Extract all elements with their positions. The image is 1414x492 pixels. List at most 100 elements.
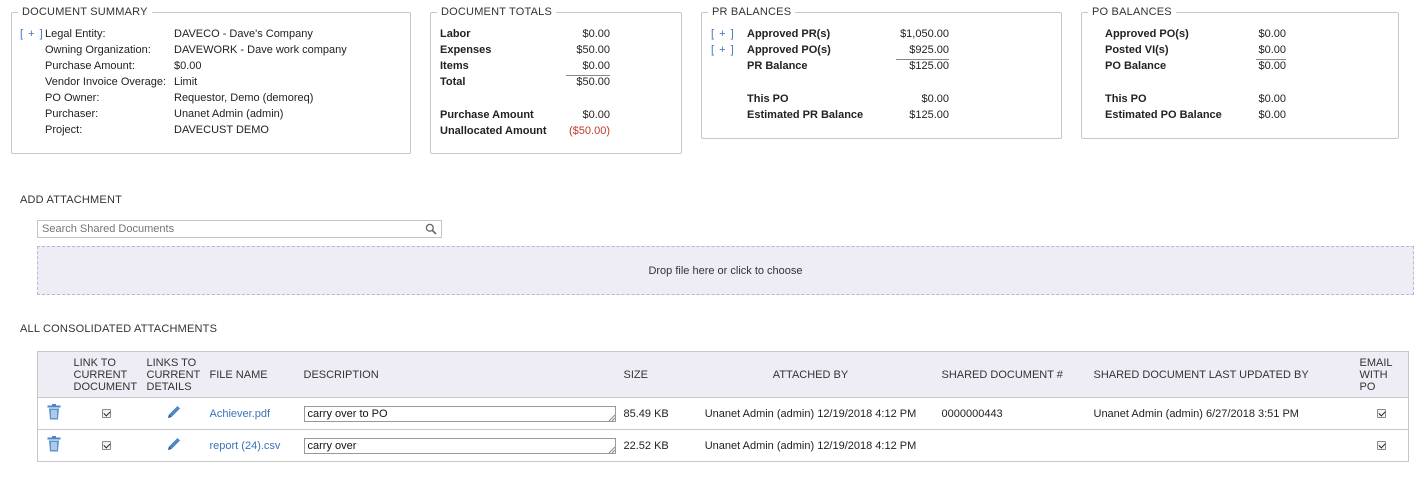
file-dropzone[interactable]: Drop file here or click to choose xyxy=(37,246,1414,295)
po-value-this-po: $0.00 xyxy=(1258,93,1286,105)
summary-label-owning-organization: Owning Organization: xyxy=(45,44,151,56)
header-shared-document-number[interactable]: SHARED DOCUMENT # xyxy=(937,351,1090,398)
links-current-details-cell xyxy=(142,397,206,430)
pr-label-this-po: This PO xyxy=(747,93,789,105)
header-email-with-po-line3: PO xyxy=(1359,380,1376,393)
search-icon[interactable] xyxy=(425,223,437,238)
pr-label-approved-pos: Approved PO(s) xyxy=(747,44,831,56)
pr-label-approved-prs: Approved PR(s) xyxy=(747,28,831,40)
shared-document-number-cell xyxy=(937,429,1090,462)
summary-label-purchaser: Purchaser: xyxy=(45,108,99,120)
po-value-estimated-po-balance: $0.00 xyxy=(1258,109,1286,121)
po-balances-title: PO BALANCES xyxy=(1092,6,1172,18)
totals-label-total: Total xyxy=(440,76,466,88)
header-shared-document-last-updated-by[interactable]: SHARED DOCUMENT LAST UPDATED BY xyxy=(1089,351,1356,398)
attachments-title: ALL CONSOLIDATED ATTACHMENTS xyxy=(20,323,218,335)
approved-pos-expand-link[interactable]: [ + ] xyxy=(711,44,735,56)
approved-prs-expand-link[interactable]: [ + ] xyxy=(711,28,735,40)
file-link[interactable]: Achiever.pdf xyxy=(210,408,271,420)
shared-documents-search xyxy=(37,220,442,238)
totals-label-purchase-amount: Purchase Amount xyxy=(440,109,534,121)
trash-icon[interactable] xyxy=(47,436,61,455)
header-link-current-document-line1: LINK TO xyxy=(73,356,116,369)
description-cell xyxy=(299,397,620,430)
attached-by-cell: Unanet Admin (admin) 12/19/2018 4:12 PM xyxy=(683,429,938,462)
resize-grip-icon[interactable] xyxy=(608,414,615,421)
po-label-this-po: This PO xyxy=(1105,93,1147,105)
totals-label-items: Items xyxy=(440,60,469,72)
header-links-current-details: LINKS TO CURRENT DETAILS xyxy=(142,351,206,398)
totals-value-expenses: $50.00 xyxy=(576,44,610,56)
header-links-current-details-line2: CURRENT xyxy=(146,368,201,381)
resize-grip-icon[interactable] xyxy=(608,446,615,453)
header-description[interactable]: DESCRIPTION xyxy=(299,351,620,398)
header-links-current-details-line3: DETAILS xyxy=(146,380,192,393)
file-name-cell: Achiever.pdf xyxy=(205,397,300,430)
email-with-po-checkbox[interactable] xyxy=(1377,441,1387,451)
totals-value-unallocated-amount: ($50.00) xyxy=(569,125,610,137)
po-label-approved-pos: Approved PO(s) xyxy=(1105,28,1189,40)
header-email-with-po: EMAIL WITH PO xyxy=(1355,351,1409,398)
totals-label-expenses: Expenses xyxy=(440,44,492,56)
link-current-document-checkbox[interactable] xyxy=(101,441,111,451)
po-value-posted-vis: $0.00 xyxy=(1258,44,1286,56)
totals-value-purchase-amount: $0.00 xyxy=(582,109,610,121)
po-value-po-balance: $0.00 xyxy=(1256,59,1286,72)
totals-label-labor: Labor xyxy=(440,28,471,40)
file-link[interactable]: report (24).csv xyxy=(210,440,281,452)
delete-cell xyxy=(37,397,70,430)
po-label-estimated-po-balance: Estimated PO Balance xyxy=(1105,109,1222,121)
add-attachment-title: ADD ATTACHMENT xyxy=(20,194,123,206)
totals-label-unallocated-amount: Unallocated Amount xyxy=(440,125,547,137)
header-link-current-document-line2: CURRENT xyxy=(73,368,128,381)
summary-value-vendor-invoice-overage: Limit xyxy=(174,76,198,88)
po-label-posted-vis: Posted VI(s) xyxy=(1105,44,1169,56)
po-value-approved-pos: $0.00 xyxy=(1258,28,1286,40)
summary-value-project: DAVECUST DEMO xyxy=(174,124,269,136)
attached-by-cell: Unanet Admin (admin) 12/19/2018 4:12 PM xyxy=(683,397,938,430)
pr-label-estimated-pr-balance: Estimated PR Balance xyxy=(747,109,864,121)
header-link-current-document-line3: DOCUMENT xyxy=(73,380,138,393)
header-file-name[interactable]: FILE NAME xyxy=(205,351,300,398)
summary-value-legal-entity: DAVECO - Dave's Company xyxy=(174,28,313,40)
link-current-document-checkbox[interactable] xyxy=(101,409,111,419)
shared-document-last-updated-cell xyxy=(1089,429,1356,462)
legal-entity-expand-link[interactable]: [ + ] xyxy=(20,28,44,40)
size-cell: 22.52 KB xyxy=(619,429,684,462)
pr-label-pr-balance: PR Balance xyxy=(747,60,808,72)
pencil-icon[interactable] xyxy=(166,406,182,423)
table-row: Achiever.pdf 85.49 KB Unanet Admin (admi… xyxy=(37,397,1409,430)
shared-document-number-cell: 0000000443 xyxy=(937,397,1090,430)
email-with-po-checkbox[interactable] xyxy=(1377,409,1387,419)
size-cell: 85.49 KB xyxy=(619,397,684,430)
header-attached-by[interactable]: ATTACHED BY xyxy=(683,351,938,398)
summary-label-legal-entity: Legal Entity: xyxy=(45,28,106,40)
pencil-icon[interactable] xyxy=(166,438,182,455)
summary-label-vendor-invoice-overage: Vendor Invoice Overage: xyxy=(45,76,167,88)
description-input[interactable] xyxy=(303,405,616,422)
description-cell xyxy=(299,429,620,462)
pr-value-estimated-pr-balance: $125.00 xyxy=(909,109,949,121)
header-links-current-details-line1: LINKS TO xyxy=(146,356,197,369)
links-current-details-cell xyxy=(142,429,206,462)
shared-document-last-updated-cell: Unanet Admin (admin) 6/27/2018 3:51 PM xyxy=(1089,397,1356,430)
document-totals-title: DOCUMENT TOTALS xyxy=(441,6,552,18)
shared-documents-search-input[interactable] xyxy=(38,221,418,237)
pr-balances-title: PR BALANCES xyxy=(712,6,792,18)
email-with-po-cell xyxy=(1355,397,1409,430)
header-email-with-po-line1: EMAIL xyxy=(1359,356,1393,369)
header-size[interactable]: SIZE xyxy=(619,351,684,398)
po-label-po-balance: PO Balance xyxy=(1105,60,1167,72)
file-name-cell: report (24).csv xyxy=(205,429,300,462)
summary-label-po-owner: PO Owner: xyxy=(45,92,100,104)
document-summary-title: DOCUMENT SUMMARY xyxy=(22,6,148,18)
table-row: report (24).csv 22.52 KB Unanet Admin (a… xyxy=(37,429,1409,462)
email-with-po-cell xyxy=(1355,429,1409,462)
totals-value-total: $50.00 xyxy=(566,75,610,88)
pr-value-this-po: $0.00 xyxy=(921,93,949,105)
summary-value-owning-organization: DAVEWORK - Dave work company xyxy=(174,44,347,56)
delete-cell xyxy=(37,429,70,462)
description-input[interactable] xyxy=(303,437,616,454)
trash-icon[interactable] xyxy=(47,404,61,423)
pr-value-approved-prs: $1,050.00 xyxy=(900,28,949,40)
